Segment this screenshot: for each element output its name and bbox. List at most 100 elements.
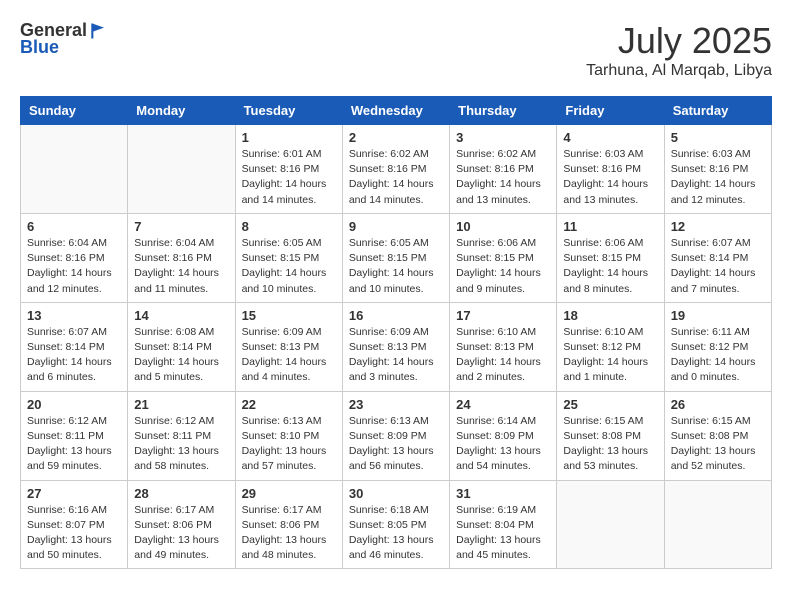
day-number: 31 — [456, 486, 550, 501]
day-info: Sunrise: 6:10 AM Sunset: 8:12 PM Dayligh… — [563, 325, 657, 386]
calendar-cell: 29 Sunrise: 6:17 AM Sunset: 8:06 PM Dayli… — [235, 480, 342, 569]
day-number: 1 — [242, 130, 336, 145]
day-number: 16 — [349, 308, 443, 323]
day-number: 11 — [563, 219, 657, 234]
calendar-cell: 24 Sunrise: 6:14 AM Sunset: 8:09 PM Dayli… — [450, 391, 557, 480]
month-title: July 2025 — [586, 20, 772, 62]
day-info: Sunrise: 6:06 AM Sunset: 8:15 PM Dayligh… — [563, 236, 657, 297]
day-info: Sunrise: 6:17 AM Sunset: 8:06 PM Dayligh… — [242, 503, 336, 564]
day-info: Sunrise: 6:05 AM Sunset: 8:15 PM Dayligh… — [349, 236, 443, 297]
page-header: General Blue July 2025 Tarhuna, Al Marqa… — [20, 20, 772, 80]
day-info: Sunrise: 6:17 AM Sunset: 8:06 PM Dayligh… — [134, 503, 228, 564]
day-number: 27 — [27, 486, 121, 501]
day-number: 30 — [349, 486, 443, 501]
week-row-1: 1 Sunrise: 6:01 AM Sunset: 8:16 PM Daylig… — [21, 125, 772, 214]
day-info: Sunrise: 6:02 AM Sunset: 8:16 PM Dayligh… — [456, 147, 550, 208]
day-info: Sunrise: 6:04 AM Sunset: 8:16 PM Dayligh… — [27, 236, 121, 297]
day-number: 20 — [27, 397, 121, 412]
day-info: Sunrise: 6:02 AM Sunset: 8:16 PM Dayligh… — [349, 147, 443, 208]
calendar-cell: 8 Sunrise: 6:05 AM Sunset: 8:15 PM Daylig… — [235, 213, 342, 302]
calendar-cell: 21 Sunrise: 6:12 AM Sunset: 8:11 PM Dayli… — [128, 391, 235, 480]
weekday-header-saturday: Saturday — [664, 97, 771, 125]
logo-blue-text: Blue — [20, 37, 59, 58]
day-number: 23 — [349, 397, 443, 412]
calendar-cell: 22 Sunrise: 6:13 AM Sunset: 8:10 PM Dayli… — [235, 391, 342, 480]
calendar-cell: 6 Sunrise: 6:04 AM Sunset: 8:16 PM Daylig… — [21, 213, 128, 302]
day-number: 21 — [134, 397, 228, 412]
calendar-cell: 28 Sunrise: 6:17 AM Sunset: 8:06 PM Dayli… — [128, 480, 235, 569]
day-number: 5 — [671, 130, 765, 145]
calendar-cell: 31 Sunrise: 6:19 AM Sunset: 8:04 PM Dayli… — [450, 480, 557, 569]
calendar-cell — [128, 125, 235, 214]
calendar-cell: 1 Sunrise: 6:01 AM Sunset: 8:16 PM Daylig… — [235, 125, 342, 214]
calendar-cell — [557, 480, 664, 569]
weekday-header-row: SundayMondayTuesdayWednesdayThursdayFrid… — [21, 97, 772, 125]
day-info: Sunrise: 6:16 AM Sunset: 8:07 PM Dayligh… — [27, 503, 121, 564]
week-row-4: 20 Sunrise: 6:12 AM Sunset: 8:11 PM Dayli… — [21, 391, 772, 480]
day-info: Sunrise: 6:07 AM Sunset: 8:14 PM Dayligh… — [27, 325, 121, 386]
day-number: 22 — [242, 397, 336, 412]
day-number: 15 — [242, 308, 336, 323]
day-info: Sunrise: 6:18 AM Sunset: 8:05 PM Dayligh… — [349, 503, 443, 564]
day-info: Sunrise: 6:06 AM Sunset: 8:15 PM Dayligh… — [456, 236, 550, 297]
day-number: 28 — [134, 486, 228, 501]
weekday-header-monday: Monday — [128, 97, 235, 125]
weekday-header-sunday: Sunday — [21, 97, 128, 125]
weekday-header-thursday: Thursday — [450, 97, 557, 125]
calendar-cell — [664, 480, 771, 569]
day-info: Sunrise: 6:11 AM Sunset: 8:12 PM Dayligh… — [671, 325, 765, 386]
day-info: Sunrise: 6:10 AM Sunset: 8:13 PM Dayligh… — [456, 325, 550, 386]
calendar-cell: 14 Sunrise: 6:08 AM Sunset: 8:14 PM Dayli… — [128, 302, 235, 391]
day-number: 26 — [671, 397, 765, 412]
day-number: 14 — [134, 308, 228, 323]
day-info: Sunrise: 6:13 AM Sunset: 8:10 PM Dayligh… — [242, 414, 336, 475]
calendar-cell: 27 Sunrise: 6:16 AM Sunset: 8:07 PM Dayli… — [21, 480, 128, 569]
calendar-cell: 16 Sunrise: 6:09 AM Sunset: 8:13 PM Dayli… — [342, 302, 449, 391]
calendar-cell: 19Sunrise: 6:11 AM Sunset: 8:12 PM Dayli… — [664, 302, 771, 391]
day-number: 3 — [456, 130, 550, 145]
calendar-cell: 2 Sunrise: 6:02 AM Sunset: 8:16 PM Daylig… — [342, 125, 449, 214]
day-number: 10 — [456, 219, 550, 234]
day-info: Sunrise: 6:08 AM Sunset: 8:14 PM Dayligh… — [134, 325, 228, 386]
calendar-cell: 7 Sunrise: 6:04 AM Sunset: 8:16 PM Daylig… — [128, 213, 235, 302]
day-number: 2 — [349, 130, 443, 145]
calendar-cell: 17Sunrise: 6:10 AM Sunset: 8:13 PM Dayli… — [450, 302, 557, 391]
day-info: Sunrise: 6:12 AM Sunset: 8:11 PM Dayligh… — [134, 414, 228, 475]
calendar-cell: 23Sunrise: 6:13 AM Sunset: 8:09 PM Dayli… — [342, 391, 449, 480]
day-info: Sunrise: 6:19 AM Sunset: 8:04 PM Dayligh… — [456, 503, 550, 564]
calendar-cell: 18 Sunrise: 6:10 AM Sunset: 8:12 PM Dayli… — [557, 302, 664, 391]
week-row-2: 6 Sunrise: 6:04 AM Sunset: 8:16 PM Daylig… — [21, 213, 772, 302]
weekday-header-friday: Friday — [557, 97, 664, 125]
day-info: Sunrise: 6:14 AM Sunset: 8:09 PM Dayligh… — [456, 414, 550, 475]
day-info: Sunrise: 6:15 AM Sunset: 8:08 PM Dayligh… — [671, 414, 765, 475]
day-info: Sunrise: 6:01 AM Sunset: 8:16 PM Dayligh… — [242, 147, 336, 208]
logo: General Blue — [20, 20, 109, 58]
day-number: 7 — [134, 219, 228, 234]
week-row-5: 27 Sunrise: 6:16 AM Sunset: 8:07 PM Dayli… — [21, 480, 772, 569]
day-info: Sunrise: 6:09 AM Sunset: 8:13 PM Dayligh… — [349, 325, 443, 386]
calendar-table: SundayMondayTuesdayWednesdayThursdayFrid… — [20, 96, 772, 569]
day-number: 29 — [242, 486, 336, 501]
weekday-header-wednesday: Wednesday — [342, 97, 449, 125]
day-info: Sunrise: 6:04 AM Sunset: 8:16 PM Dayligh… — [134, 236, 228, 297]
day-info: Sunrise: 6:15 AM Sunset: 8:08 PM Dayligh… — [563, 414, 657, 475]
day-info: Sunrise: 6:09 AM Sunset: 8:13 PM Dayligh… — [242, 325, 336, 386]
day-info: Sunrise: 6:12 AM Sunset: 8:11 PM Dayligh… — [27, 414, 121, 475]
day-info: Sunrise: 6:03 AM Sunset: 8:16 PM Dayligh… — [563, 147, 657, 208]
calendar-cell: 15 Sunrise: 6:09 AM Sunset: 8:13 PM Dayli… — [235, 302, 342, 391]
weekday-header-tuesday: Tuesday — [235, 97, 342, 125]
day-number: 18 — [563, 308, 657, 323]
day-number: 6 — [27, 219, 121, 234]
day-number: 8 — [242, 219, 336, 234]
calendar-cell: 12Sunrise: 6:07 AM Sunset: 8:14 PM Dayli… — [664, 213, 771, 302]
day-number: 24 — [456, 397, 550, 412]
day-number: 4 — [563, 130, 657, 145]
calendar-cell: 26 Sunrise: 6:15 AM Sunset: 8:08 PM Dayli… — [664, 391, 771, 480]
week-row-3: 13Sunrise: 6:07 AM Sunset: 8:14 PM Dayli… — [21, 302, 772, 391]
calendar-cell: 25Sunrise: 6:15 AM Sunset: 8:08 PM Dayli… — [557, 391, 664, 480]
day-info: Sunrise: 6:07 AM Sunset: 8:14 PM Dayligh… — [671, 236, 765, 297]
calendar-cell: 9Sunrise: 6:05 AM Sunset: 8:15 PM Daylig… — [342, 213, 449, 302]
day-info: Sunrise: 6:05 AM Sunset: 8:15 PM Dayligh… — [242, 236, 336, 297]
logo-flag-icon — [89, 21, 109, 41]
calendar-cell: 30 Sunrise: 6:18 AM Sunset: 8:05 PM Dayli… — [342, 480, 449, 569]
